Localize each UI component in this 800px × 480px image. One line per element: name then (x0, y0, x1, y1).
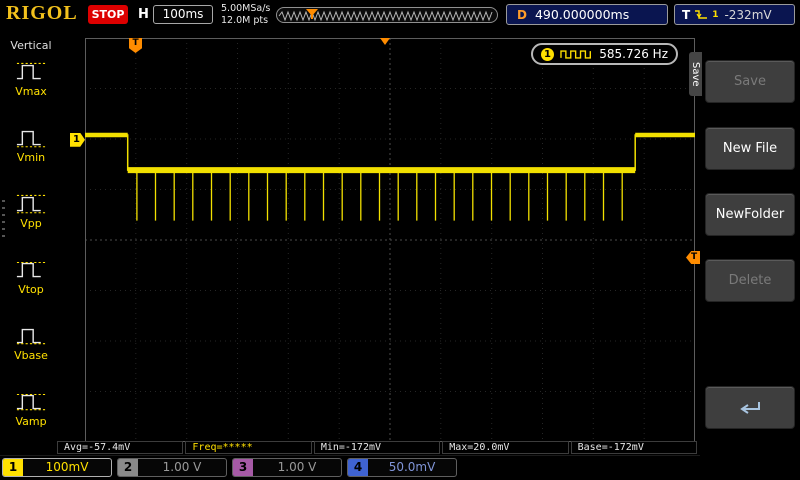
trigger-source: 1 (712, 9, 719, 20)
waveform-overview-icon (278, 9, 493, 22)
new-folder-button[interactable]: NewFolder (705, 193, 795, 236)
vmax-icon (16, 62, 46, 80)
vmin-icon (16, 130, 46, 148)
frequency-counter: 1 585.726 Hz (531, 43, 678, 65)
channel-3-scale: 1.00 V (277, 460, 317, 474)
sidebar-item-vamp[interactable]: Vamp (0, 388, 62, 428)
sidebar-item-label: Vtop (18, 283, 44, 296)
sidebar-item-label: Vmin (16, 151, 46, 164)
measure-min: Min=-172mV (313, 441, 441, 454)
vpp-icon (16, 194, 46, 214)
measurement-readouts: Avg=-57.4mV Freq=***** Min=-172mV Max=20… (57, 441, 698, 454)
measure-freq: Freq=***** (185, 441, 312, 454)
channel-1-scale: 100mV (45, 460, 89, 474)
rigol-logo: RIGOL (6, 2, 78, 24)
oscilloscope-screen: RIGOL STOP H 100ms 5.00MSa/s 12.0M pts D… (0, 0, 800, 480)
trigger-readout: T 1 -232mV (674, 4, 795, 25)
channel-2-status[interactable]: 2 1.00 V (117, 458, 227, 477)
top-bar: RIGOL STOP H 100ms 5.00MSa/s 12.0M pts D… (0, 0, 800, 30)
bottom-bar: 1 100mV 2 1.00 V 3 1.00 V 4 50.0mV (0, 455, 800, 480)
channel-2-scale: 1.00 V (162, 460, 202, 474)
channel-4-badge: 4 (348, 459, 368, 476)
vbase-icon (16, 328, 46, 345)
acquisition-info: 5.00MSa/s 12.0M pts (221, 3, 270, 27)
delay-label: D (517, 7, 527, 22)
trigger-position-marker[interactable] (380, 38, 391, 50)
back-button[interactable] (705, 386, 795, 429)
sidebar-item-label: Vbase (14, 349, 48, 362)
delay-readout: D 490.000000ms (506, 4, 668, 25)
freq-counter-channel-badge: 1 (541, 47, 554, 61)
sidebar-item-vtop[interactable]: Vtop (0, 256, 62, 296)
timebase-value: 100ms (153, 5, 213, 24)
channel-1-badge: 1 (3, 459, 23, 476)
channel-3-badge: 3 (233, 459, 253, 476)
delete-button[interactable]: Delete (705, 259, 795, 302)
sample-rate: 5.00MSa/s (221, 3, 271, 14)
channel-4-status[interactable]: 4 50.0mV (347, 458, 457, 477)
measure-base: Base=-172mV (570, 441, 698, 454)
menu-tab-save: Save (689, 52, 702, 96)
channel1-level-marker[interactable]: 1 (70, 132, 85, 147)
scope-display: T T 1 1 585.726 Hz (70, 38, 701, 442)
measure-max: Max=20.0mV (442, 441, 569, 454)
new-file-button[interactable]: New File (705, 127, 795, 170)
sidebar-item-vbase[interactable]: Vbase (0, 322, 62, 362)
channel-3-status[interactable]: 3 1.00 V (232, 458, 342, 477)
falling-edge-icon (695, 10, 708, 19)
channel-4-scale: 50.0mV (388, 460, 436, 474)
vtop-icon (16, 261, 46, 278)
trigger-level-value: -232mV (724, 7, 772, 22)
sidebar-item-label: Vpp (20, 217, 42, 230)
measure-avg: Avg=-57.4mV (57, 441, 184, 454)
run-state-badge: STOP (88, 5, 128, 24)
sidebar-item-vmin[interactable]: Vmin (0, 124, 62, 164)
delay-value: 490.000000ms (534, 7, 630, 22)
horizontal-label: H (138, 7, 149, 22)
sidebar-item-label: Vmax (15, 85, 47, 98)
waveform-position-bar[interactable] (276, 7, 498, 23)
memory-depth: 12.0M pts (221, 15, 269, 26)
pulse-train-icon (560, 50, 591, 59)
channel-1-status[interactable]: 1 100mV (2, 458, 112, 477)
measure-menu-title: Vertical (10, 39, 52, 52)
soft-menu: Save Save New File NewFolder Delete (689, 30, 800, 480)
sidebar-item-vmax[interactable]: Vmax (0, 58, 62, 98)
sidebar-item-label: Vamp (15, 415, 47, 428)
channel-2-badge: 2 (118, 459, 138, 476)
save-button[interactable]: Save (705, 60, 795, 103)
waveform-plot (85, 38, 695, 442)
sidebar-item-vpp[interactable]: Vpp (0, 190, 62, 230)
freq-counter-value: 585.726 Hz (599, 47, 668, 61)
vertical-measure-menu: Vertical Vmax Vmin Vpp Vtop Vbase Vamp (0, 30, 62, 455)
vamp-icon (16, 393, 46, 411)
return-arrow-icon (740, 401, 760, 414)
trigger-label: T (682, 7, 691, 22)
